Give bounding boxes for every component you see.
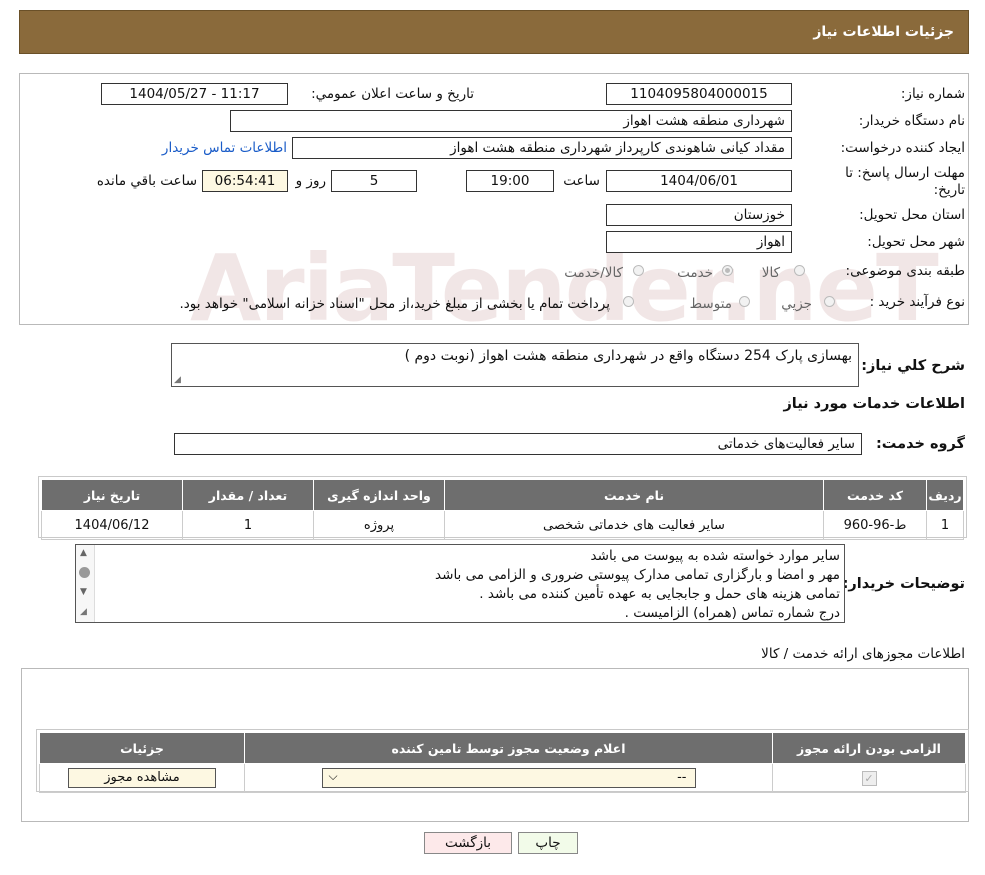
col-header-service-name: نام خدمت [444,479,824,511]
category-option-goods: کالا [761,265,780,281]
permits-title: اطلاعات مجوزهای ارائه خدمت / کالا [761,646,965,662]
permit-status-value: -- [677,770,687,785]
remaining-time-field: 06:54:41 [202,170,288,192]
cell-unit: پروژه [313,510,445,540]
cell-service-code: ط-96-960 [823,510,927,540]
buyer-org-field: شهرداری منطقه هشت اهواز [230,110,792,132]
category-radio-goods-service[interactable] [633,265,644,276]
print-button[interactable]: چاپ [518,832,578,854]
scroll-down-icon[interactable]: ▼ [80,587,87,597]
purchase-radio-medium[interactable] [739,296,750,307]
buyer-contact-link[interactable]: اطلاعات تماس خریدار [162,140,287,156]
announce-date-field: 1404/05/27 - 11:17 [101,83,288,105]
cell-service-name: سایر فعالیت های خدماتی شخصی [444,510,824,540]
resize-handle-icon[interactable]: ◢ [174,375,181,385]
category-radio-goods[interactable] [794,265,805,276]
buyer-note-line: سایر موارد خواسته شده به پیوست می باشد [590,548,840,564]
days-field: 5 [331,170,417,192]
cell-permit-required: ✓ [772,763,966,793]
summary-textarea[interactable]: بهسازی پارک 254 دستگاه واقع در شهرداری م… [171,343,859,387]
deadline-label: مهلت ارسال پاسخ: تا تاریخ: [845,165,965,198]
purchase-radio-treasury[interactable] [623,296,634,307]
resize-handle-icon[interactable]: ◢ [80,607,87,617]
creator-label: ایجاد کننده درخواست: [840,140,965,156]
city-field: اهواز [606,231,792,253]
scroll-thumb[interactable] [79,567,90,578]
notes-scrollbar[interactable]: ▲ ▼ ◢ [76,545,95,622]
col-header-unit: واحد اندازه گیری [313,479,445,511]
service-group-field: سایر فعالیت‌های خدماتی [174,433,862,455]
services-header-row: ردیف کد خدمت نام خدمت واحد اندازه گیری ت… [41,479,964,511]
province-label: استان محل تحویل: [859,207,965,223]
buyer-org-label: نام دستگاه خریدار: [858,113,965,129]
purchase-note: پرداخت تمام یا بخشی از مبلغ خرید،از محل … [179,296,610,312]
page-title: جزئیات اطلاعات نیاز [813,24,954,40]
view-permit-button[interactable]: مشاهده مجوز [68,768,216,788]
chevron-down-icon[interactable]: ⌵ [329,769,338,784]
buyer-notes-textarea[interactable]: سایر موارد خواسته شده به پیوست می باشد م… [75,544,845,623]
need-number-field: 1104095804000015 [606,83,792,105]
category-label: طبقه بندی موضوعی: [845,263,965,279]
watermark-logo: AriaTender.neT [190,235,939,342]
category-option-goods-service: کالا/خدمت [564,265,623,281]
category-option-service: خدمت [677,265,713,281]
permits-table: الزامی بودن ارائه مجوز اعلام وضعیت مجوز … [39,732,966,793]
cell-row-number: 1 [926,510,964,540]
col-header-row-number: ردیف [926,479,964,511]
back-button[interactable]: بازگشت [424,832,512,854]
buyer-notes-text: سایر موارد خواسته شده به پیوست می باشد م… [435,547,840,623]
purchase-option-medium: متوسط [689,296,732,312]
summary-label: شرح كلي نیاز: [861,358,965,374]
buyer-note-line: درج شماره تماس (همراه) الزامیست . [624,605,840,621]
permits-header-row: الزامی بودن ارائه مجوز اعلام وضعیت مجوز … [39,732,966,764]
col-header-permit-details: جزئیات [39,732,245,764]
service-group-label: گروه خدمت: [875,436,965,452]
page-header: جزئیات اطلاعات نیاز [19,10,969,54]
cell-quantity: 1 [182,510,314,540]
scroll-up-icon[interactable]: ▲ [80,548,87,558]
purchase-type-label: نوع فرآیند خرید : [869,294,965,310]
col-header-service-code: کد خدمت [823,479,927,511]
col-header-quantity: تعداد / مقدار [182,479,314,511]
deadline-time-field: 19:00 [466,170,554,192]
announce-date-label: تاریخ و ساعت اعلان عمومي: [311,86,474,102]
buyer-notes-label: توضیحات خریدار: [842,576,965,592]
days-label: روز و [295,173,326,189]
table-row: 1 ط-96-960 سایر فعالیت های خدماتی شخصی پ… [41,510,964,540]
category-radio-service[interactable] [722,265,733,276]
purchase-option-minor: جزیي [781,296,812,312]
buyer-note-line: تمامی هزینه های حمل و جابجایی به عهده تأ… [479,586,840,602]
col-header-permit-status: اعلام وضعیت مجوز توسط تامین کننده [244,732,773,764]
buyer-note-line: مهر و امضا و بارگزاری تمامی مدارک پیوستی… [435,567,840,583]
deadline-time-label: ساعت [563,173,600,189]
services-table: ردیف کد خدمت نام خدمت واحد اندازه گیری ت… [41,479,964,540]
city-label: شهر محل تحویل: [867,234,965,250]
col-header-need-date: تاریخ نیاز [41,479,183,511]
cell-permit-status: -- ⌵ [244,763,773,793]
purchase-radio-minor[interactable] [824,296,835,307]
services-title: اطلاعات خدمات مورد نیاز [783,396,965,412]
table-row: ✓ -- ⌵ مشاهده مجوز [39,763,966,793]
cell-need-date: 1404/06/12 [41,510,183,540]
permit-required-checkbox[interactable]: ✓ [861,770,877,786]
need-number-label: شماره نیاز: [900,86,965,102]
permit-status-select[interactable]: -- ⌵ [321,768,696,788]
remaining-time-label: ساعت باقي مانده [96,173,197,189]
creator-field: مقداد کیانی شاهوندی کارپرداز شهرداری منط… [292,137,792,159]
province-field: خوزستان [606,204,792,226]
summary-text: بهسازی پارک 254 دستگاه واقع در شهرداری م… [404,348,852,364]
deadline-date-field: 1404/06/01 [606,170,792,192]
col-header-permit-required: الزامی بودن ارائه مجوز [772,732,966,764]
cell-permit-details: مشاهده مجوز [39,763,245,793]
